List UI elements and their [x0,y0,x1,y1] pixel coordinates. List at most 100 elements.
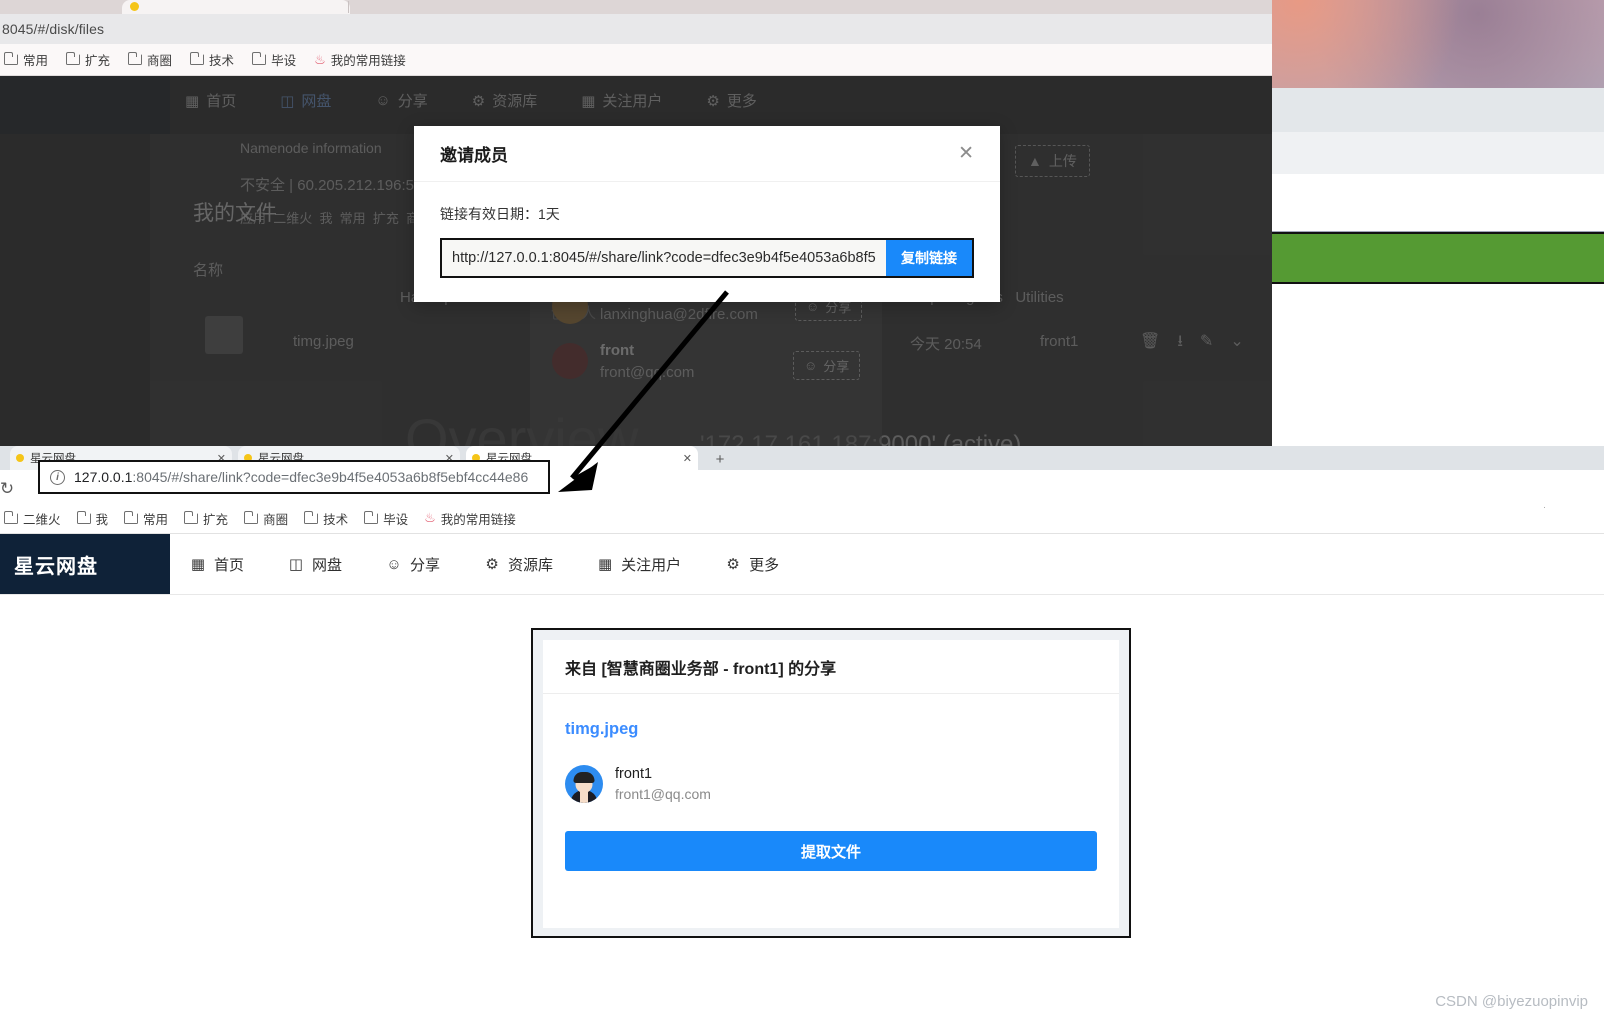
dimmed-row-time: 今天 20:54 [910,336,982,353]
share-owner-email: front1@qq.com [615,786,711,802]
nav-item-following[interactable]: ▦ 关注用户 [597,554,681,575]
inner-browser-chrome: 星云网盘 ✕ 星云网盘 ✕ 星云网盘 ✕ + ↻ i 127.0.0.1:804… [0,446,1604,528]
background-band-white [1272,174,1604,231]
dimmed-nav-label: 首页 [206,93,237,110]
avatar-hair [573,772,595,783]
reload-icon[interactable]: ↻ [0,478,18,500]
share-link-row: 复制链接 [440,238,974,278]
outer-tab-separator [348,1,349,13]
bookmark-label: 常用 [143,512,169,527]
bookmark-item[interactable]: 二维火 [4,509,61,528]
dimmed-nav-label: 关注用户 [602,93,663,110]
grid-icon: ▦ [185,92,200,110]
share-card-inner: 来自 [智慧商圈业务部 - front1] 的分享 timg.jpeg fron… [543,640,1119,928]
outer-tab-favicon [130,2,139,11]
share-owner: front1 front1@qq.com [543,739,1119,803]
dimmed-nav-label: 资源库 [492,93,538,110]
grid-icon: ▦ [597,556,613,573]
app-logo[interactable]: 星云网盘 [0,534,170,594]
avatar-collar [580,792,588,803]
nav-item-disk[interactable]: ◫ 网盘 [288,554,342,575]
bookmark-item[interactable]: 商圈 [244,509,288,528]
bookmark-item[interactable]: 技术 [190,50,234,69]
bookmark-label: 扩充 [203,512,229,527]
dimmed-bg-tab-label: Namenode information [240,140,382,156]
nav-label: 资源库 [508,556,554,574]
bookmark-item[interactable]: 毕设 [252,50,296,69]
bookmark-label: 商圈 [147,54,173,68]
nav-item-more[interactable]: ⚙ 更多 [725,554,779,575]
dimmed-nav: ▦ 首页 ◫ 网盘 ☺ 分享 ⚙ 资源库 ▦ 关注用户 ⚙ 更多 [185,90,757,111]
dimmed-nav-item[interactable]: ⚙ 资源库 [472,90,537,111]
bookmark-item[interactable]: 扩充 [66,50,110,69]
bookmark-label: 我的常用链接 [440,512,516,527]
gear-icon: ⚙ [471,92,486,110]
bookmark-label: 我 [95,512,109,527]
dimmed-nav-item[interactable]: ▦ 首页 [185,90,236,111]
close-icon[interactable]: ✕ [683,452,692,465]
close-icon[interactable]: ✕ [958,144,974,163]
dimmed-nav-item[interactable]: ▦ 关注用户 [581,90,662,111]
dimmed-nav-item[interactable]: ⚙ 更多 [706,90,756,111]
bookmark-label: 扩充 [85,54,111,68]
grid-icon: ▦ [581,92,596,110]
bookmark-item[interactable]: 技术 [304,509,348,528]
new-tab-button[interactable]: + [706,448,734,470]
bookmark-item[interactable]: 商圈 [128,50,172,69]
member-share-label: 分享 [823,359,850,374]
member-name: front [600,342,635,359]
inner-bookmarks-bar: 二维火 我 常用 扩充 商圈 技术 毕设 ♨ 我的常用链接 [0,508,1604,528]
dimmed-nav-item[interactable]: ☺ 分享 [375,90,427,111]
outer-tab[interactable] [122,0,350,14]
upload-button[interactable]: ▲ 上传 [1015,145,1090,177]
folder-icon [190,52,205,65]
nav-label: 更多 [749,556,780,574]
outer-tab-strip [0,0,1272,14]
folder-icon [364,510,379,524]
dimmed-nav-label: 更多 [726,93,757,110]
green-highlight-bar [1272,232,1604,284]
dialog-title: 邀请成员 [440,146,508,165]
bookmark-item[interactable]: 我 [76,509,109,528]
bookmark-item[interactable]: 扩充 [184,509,228,528]
file-thumbnail-icon [205,316,243,354]
grid-icon: ▦ [190,556,206,573]
dimmed-row-actions[interactable]: 🗑⭳✎⌄ [1140,330,1261,357]
folder-icon [244,510,259,524]
bookmark-label: 技术 [209,54,235,68]
bookmark-item[interactable]: 毕设 [364,509,408,528]
nav-label: 网盘 [312,556,343,574]
copy-link-button[interactable]: 复制链接 [886,240,972,276]
folder-icon [304,510,319,524]
address-bar[interactable]: i 127.0.0.1:8045/#/share/link?code=dfec3… [38,460,550,494]
folder-icon [184,510,199,524]
folder-icon [66,52,81,65]
share-link-input[interactable] [442,240,886,276]
folder-icon [124,510,139,524]
folder-icon [4,52,18,65]
nav-item-share[interactable]: ☺ 分享 [386,554,440,575]
dimmed-nav-item[interactable]: ◫ 网盘 [280,90,331,111]
member-email: lanxinghua@2dfire.com [600,306,758,323]
url-host: 127.0.0.1 [74,469,133,485]
info-icon[interactable]: i [50,469,65,485]
bookmark-item[interactable]: 常用 [124,509,168,528]
fetch-file-button[interactable]: 提取文件 [565,831,1097,871]
url-path: :8045/#/share/link?code=dfec3e9b4f5e4053… [132,469,529,485]
dimmed-nav-label: 分享 [397,93,428,110]
outer-bookmarks-bar: 常用 扩充 商圈 技术 毕设 ♨ 我的常用链接 [0,44,1272,76]
bookmark-label: 技术 [323,512,349,527]
nav-label: 首页 [214,556,245,574]
bookmark-item[interactable]: ♨ 我的常用链接 [314,50,406,69]
nav-item-resources[interactable]: ⚙ 资源库 [484,554,553,575]
shared-file-link[interactable]: timg.jpeg [543,694,1119,739]
outer-address-bar[interactable]: 8045/#/disk/files [0,14,1272,44]
nav-item-home[interactable]: ▦ 首页 [190,554,244,575]
bookmark-label: 我的常用链接 [330,54,406,68]
folder-icon [128,52,143,65]
avatar [565,765,603,803]
bookmark-label: 二维火 [23,512,61,527]
bookmark-item[interactable]: 常用 [4,50,48,69]
member-share-button[interactable]: ☺ 分享 [793,351,861,380]
bookmark-item[interactable]: ♨ 我的常用链接 [424,509,516,528]
